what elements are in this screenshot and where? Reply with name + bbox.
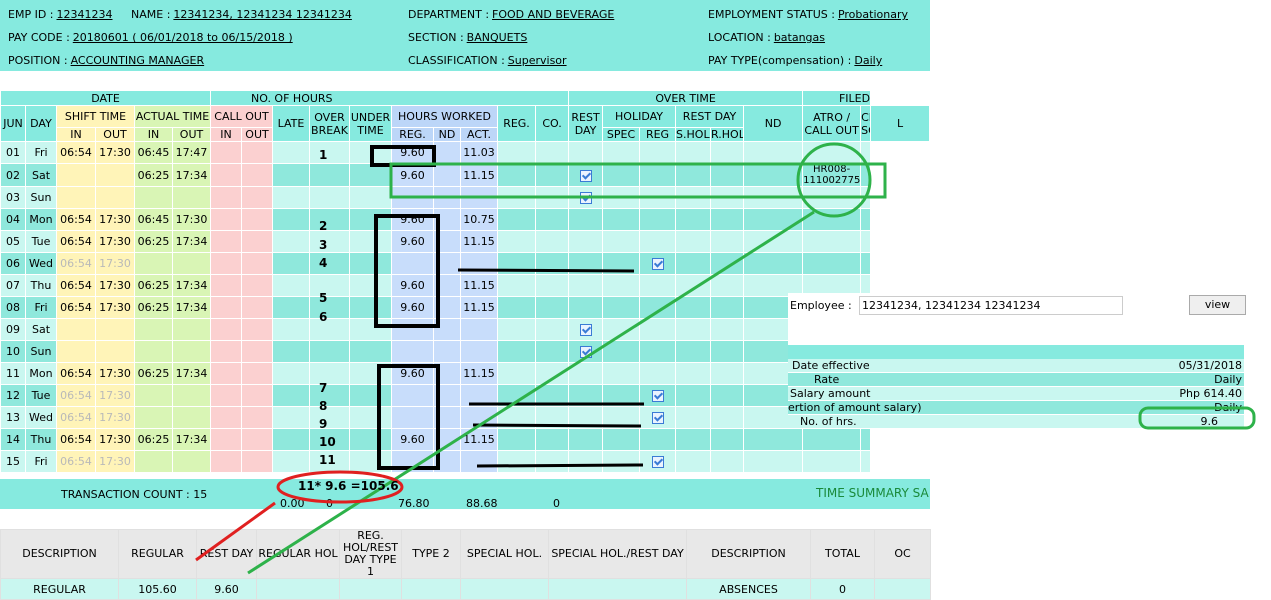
annot-formula: 11* 9.6 =105.6	[298, 479, 399, 493]
annot-num-10: 10	[319, 435, 336, 449]
black-box-rows4-8	[374, 214, 440, 328]
strike-line-15	[476, 463, 644, 468]
annot-num-1: 1	[319, 148, 328, 162]
strike-line-06	[457, 268, 635, 273]
green-circle-atro	[796, 142, 872, 218]
green-line-to-restday	[247, 210, 815, 575]
annot-num-5: 5	[319, 291, 328, 305]
black-box-row1	[370, 145, 436, 167]
annot-num-9: 9	[319, 417, 328, 431]
annot-num-8: 8	[319, 399, 328, 413]
annot-num-4: 4	[319, 256, 328, 270]
annot-num-2: 2	[319, 219, 328, 233]
black-box-rows11-15	[377, 364, 440, 470]
red-line-to-regular	[195, 501, 276, 562]
green-box-hrs	[1138, 406, 1256, 430]
annot-num-7: 7	[319, 381, 328, 395]
annot-num-6: 6	[319, 310, 328, 324]
annotation-overlay	[195, 142, 1256, 575]
green-box-row2	[389, 162, 887, 199]
annot-num-3: 3	[319, 238, 328, 252]
strike-line-13	[472, 423, 642, 428]
annot-num-11: 11	[319, 453, 336, 467]
